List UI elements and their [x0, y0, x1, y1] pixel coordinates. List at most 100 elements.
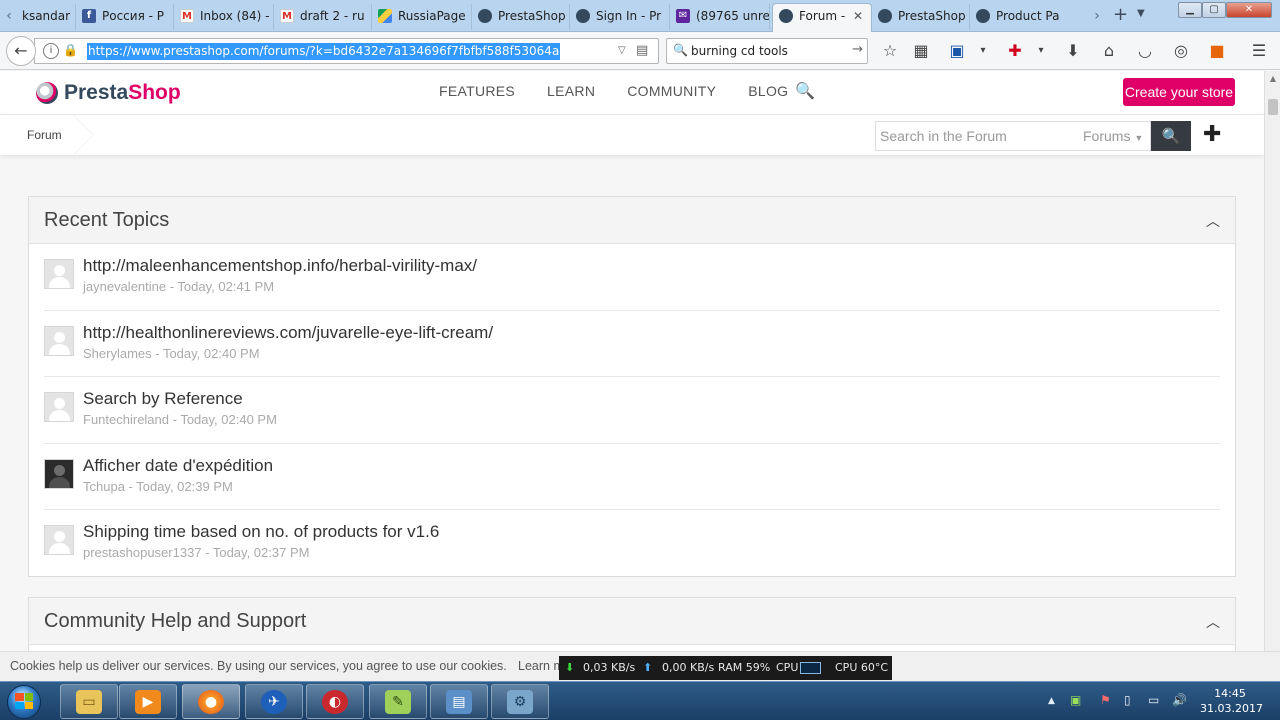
google-drive-icon — [378, 9, 392, 23]
prestashop-logo[interactable]: PrestaShop — [36, 79, 181, 107]
create-store-button[interactable]: Create your store — [1123, 78, 1235, 106]
bookmark-star-icon[interactable]: ☆ — [879, 40, 901, 62]
tab-scroll-right-icon[interactable]: › — [1090, 6, 1104, 26]
back-icon[interactable]: ← — [6, 36, 36, 66]
home-icon[interactable]: ⌂ — [1098, 40, 1120, 62]
topic-title-link[interactable]: Search by Reference — [83, 389, 243, 409]
taskbar-app-red[interactable]: ◐ — [306, 684, 364, 719]
collapse-chevron-up-icon[interactable]: ︿ — [1206, 211, 1220, 231]
topic-title-link[interactable]: Shipping time based on no. of products f… — [83, 522, 439, 542]
topic-row: http://healthonlinereviews.com/juvarelle… — [44, 311, 1220, 378]
tab-3[interactable]: M draft 2 - ru — [274, 4, 372, 30]
volume-icon[interactable]: 🔊 — [1172, 693, 1187, 707]
tab-0[interactable]: ksandar — [16, 4, 76, 30]
forum-search-button[interactable]: 🔍 — [1151, 121, 1191, 151]
search-go-icon[interactable]: → — [852, 42, 863, 57]
maximize-window-icon[interactable]: ▢ — [1202, 2, 1226, 18]
tab-9[interactable]: PrestaShop — [872, 4, 970, 30]
addon-dropdown-icon[interactable]: ▾ — [1030, 40, 1052, 62]
list-all-tabs-icon[interactable]: ▼ — [1137, 8, 1145, 19]
topic-title-link[interactable]: http://maleenhancementshop.info/herbal-v… — [83, 256, 477, 276]
taskbar-notepad[interactable]: ✎ — [369, 684, 427, 719]
scrollbar-thumb[interactable] — [1268, 99, 1278, 115]
community-help-header[interactable]: Community Help and Support ︿ — [29, 598, 1235, 645]
collapse-chevron-up-icon[interactable]: ︿ — [1206, 612, 1220, 632]
network-tray-icon[interactable]: ▭ — [1148, 693, 1159, 707]
downloads-icon[interactable]: ⬇ — [1062, 40, 1084, 62]
topic-meta: Tchupa - Today, 02:39 PM — [83, 478, 233, 494]
forum-search-input[interactable] — [880, 127, 1075, 145]
new-tab-icon[interactable]: + — [1113, 4, 1128, 25]
addon-orange-icon[interactable]: ■ — [1206, 40, 1228, 62]
tray-device-icon[interactable]: ▯ — [1124, 693, 1131, 707]
close-tab-icon[interactable]: ✕ — [853, 4, 863, 28]
new-topic-plus-icon[interactable]: ✚ — [1203, 123, 1221, 147]
url-text[interactable]: https://www.prestashop.com/forums/?k=bd6… — [87, 43, 561, 60]
browser-tab-bar: ‹ ksandar f Россия - P M Inbox (84) - M … — [0, 0, 1280, 32]
forum-search-scope-select[interactable]: Forums ▼ — [1083, 128, 1143, 144]
scroll-up-icon[interactable]: ▲ — [1265, 71, 1280, 87]
tab-scroll-left-icon[interactable]: ‹ — [2, 6, 16, 26]
show-hidden-icons-icon[interactable]: ▲ — [1048, 696, 1055, 706]
taskbar-network-app[interactable]: ⚙ — [491, 684, 549, 719]
minimize-window-icon[interactable]: ▁ — [1178, 2, 1202, 18]
avatar[interactable] — [44, 259, 74, 289]
tab-8-active[interactable]: Forum - ✕ — [772, 3, 872, 32]
tab-label: draft 2 - ru — [300, 9, 365, 23]
recent-topics-heading: Recent Topics — [44, 209, 170, 231]
close-window-icon[interactable]: ✕ — [1226, 2, 1272, 18]
tab-label: PrestaShop — [898, 9, 966, 23]
avatar[interactable] — [44, 458, 74, 489]
breadcrumb-forum[interactable]: Forum — [27, 128, 62, 142]
avatar[interactable] — [44, 325, 74, 356]
tab-4[interactable]: RussiaPage — [372, 4, 472, 30]
taskbar-media-player[interactable]: ▶ — [119, 684, 177, 719]
download-arrow-icon: ⬇ — [565, 661, 575, 674]
taskbar-window-app[interactable]: ▤ — [430, 684, 488, 719]
taskbar-explorer[interactable]: ▭ — [60, 684, 118, 719]
save-dropdown-icon[interactable]: ▾ — [972, 40, 994, 62]
taskbar-firefox[interactable]: ● — [182, 684, 240, 719]
tab-label: Product Pa — [996, 9, 1060, 23]
tab-10[interactable]: Product Pa — [970, 4, 1070, 30]
reader-view-icon[interactable]: ▤ — [636, 43, 648, 58]
nav-learn[interactable]: LEARN — [547, 83, 595, 99]
avatar[interactable] — [44, 525, 74, 556]
browser-search-input[interactable] — [691, 42, 841, 60]
system-monitor-widget: ⬇ 0,03 KB/s ⬆ 0,00 KB/s RAM 59% CPU CPU … — [559, 656, 892, 680]
tab-2[interactable]: M Inbox (84) - — [174, 4, 274, 30]
menu-hamburger-icon[interactable]: ☰ — [1248, 40, 1270, 62]
avatar[interactable] — [44, 392, 74, 423]
page-scrollbar[interactable]: ▲ ▼ — [1264, 71, 1280, 681]
save-page-icon[interactable]: ▣ — [946, 40, 968, 62]
tab-5[interactable]: PrestaShop — [472, 4, 570, 30]
bookmarks-library-icon[interactable]: ▦ — [910, 40, 932, 62]
action-center-flag-icon[interactable]: ⚑ — [1100, 693, 1111, 707]
taskbar-thunderbird[interactable]: ✈ — [245, 684, 303, 719]
tab-label: (89765 unre — [696, 9, 770, 23]
tray-app-icon[interactable]: ▣ — [1070, 693, 1081, 707]
recent-topics-header[interactable]: Recent Topics ︿ — [29, 197, 1235, 244]
tab-label: Inbox (84) - — [200, 9, 270, 23]
sync-icon[interactable]: ◎ — [1170, 40, 1192, 62]
url-bar[interactable]: i 🔒 https://www.prestashop.com/forums/?k… — [34, 38, 686, 64]
pocket-icon[interactable]: ◡ — [1134, 40, 1156, 62]
search-icon[interactable]: 🔍 — [795, 81, 815, 100]
tab-label: Forum - — [799, 9, 846, 23]
breadcrumb[interactable]: Forum — [0, 115, 96, 155]
cookie-learn-more-link[interactable]: Learn m — [518, 659, 564, 673]
nav-blog[interactable]: BLOG — [748, 83, 788, 99]
tab-7[interactable]: ✉ (89765 unre — [670, 4, 770, 30]
nav-community[interactable]: COMMUNITY — [627, 83, 716, 99]
addon-cross-icon[interactable]: ✚ — [1004, 40, 1026, 62]
tab-1[interactable]: f Россия - P — [76, 4, 174, 30]
nav-features[interactable]: FEATURES — [439, 83, 515, 99]
site-info-icon[interactable]: i — [43, 43, 59, 59]
url-dropdown-icon[interactable]: ▽ — [618, 45, 626, 56]
browser-search-bar[interactable]: 🔍 → — [666, 38, 868, 64]
topic-title-link[interactable]: Afficher date d'expédition — [83, 456, 273, 476]
taskbar-clock[interactable]: 14:45 31.03.2017 — [1200, 686, 1263, 716]
start-button[interactable] — [4, 683, 44, 720]
topic-title-link[interactable]: http://healthonlinereviews.com/juvarelle… — [83, 323, 493, 343]
tab-6[interactable]: Sign In - Pr — [570, 4, 670, 30]
